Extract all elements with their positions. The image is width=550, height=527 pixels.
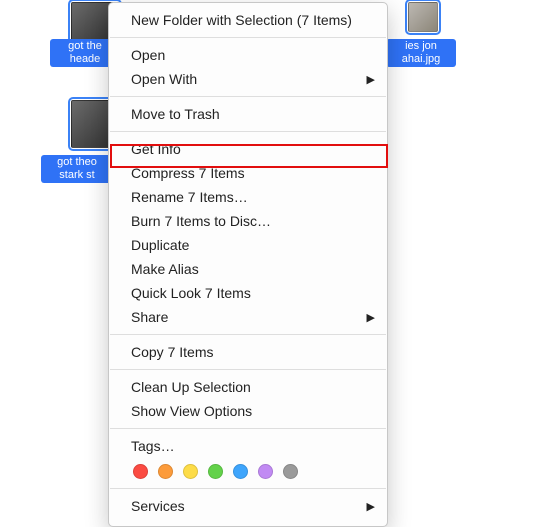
menu-item-label: Make Alias	[131, 261, 199, 277]
tag-dot-blue[interactable]	[233, 464, 248, 479]
finder-context-menu: New Folder with Selection (7 Items) Open…	[108, 2, 388, 527]
tag-dot-gray[interactable]	[283, 464, 298, 479]
menu-item-make-alias[interactable]: Make Alias	[109, 257, 387, 281]
menu-separator	[110, 96, 386, 97]
menu-item-label: Move to Trash	[131, 106, 220, 122]
menu-item-label: New Folder with Selection (7 Items)	[131, 12, 352, 28]
menu-item-label: Open With	[131, 71, 197, 87]
menu-separator	[110, 131, 386, 132]
submenu-arrow-icon: ▶	[367, 71, 375, 89]
menu-item-label: Quick Look 7 Items	[131, 285, 251, 301]
desktop-file-item[interactable]: ies jon ahai.jpg	[386, 36, 456, 67]
desktop-file-item[interactable]	[388, 2, 458, 32]
tag-color-row	[109, 458, 387, 483]
menu-item-label: Get Info	[131, 141, 181, 157]
menu-item-tags[interactable]: Tags…	[109, 434, 387, 458]
menu-item-quick-look[interactable]: Quick Look 7 Items	[109, 281, 387, 305]
menu-separator	[110, 369, 386, 370]
menu-item-new-folder-with-selection[interactable]: New Folder with Selection (7 Items)	[109, 8, 387, 32]
menu-item-label: Show View Options	[131, 403, 252, 419]
menu-item-label: Duplicate	[131, 237, 189, 253]
menu-item-copy[interactable]: Copy 7 Items	[109, 340, 387, 364]
menu-separator	[110, 334, 386, 335]
menu-item-label: Clean Up Selection	[131, 379, 251, 395]
menu-item-show-view-options[interactable]: Show View Options	[109, 399, 387, 423]
menu-item-duplicate[interactable]: Duplicate	[109, 233, 387, 257]
file-thumbnail	[408, 2, 438, 32]
menu-item-rename[interactable]: Rename 7 Items…	[109, 185, 387, 209]
menu-item-clean-up-selection[interactable]: Clean Up Selection	[109, 375, 387, 399]
menu-separator	[110, 428, 386, 429]
menu-item-label: Tags…	[131, 438, 175, 454]
menu-item-label: Compress 7 Items	[131, 165, 245, 181]
menu-item-open-with[interactable]: Open With ▶	[109, 67, 387, 91]
tag-dot-yellow[interactable]	[183, 464, 198, 479]
menu-item-label: Services	[131, 498, 185, 514]
menu-item-label: Open	[131, 47, 165, 63]
menu-item-services[interactable]: Services ▶	[109, 494, 387, 518]
menu-item-move-to-trash[interactable]: Move to Trash	[109, 102, 387, 126]
submenu-arrow-icon: ▶	[367, 309, 375, 327]
submenu-arrow-icon: ▶	[367, 498, 375, 516]
menu-item-label: Share	[131, 309, 168, 325]
tag-dot-purple[interactable]	[258, 464, 273, 479]
menu-item-get-info[interactable]: Get Info	[109, 137, 387, 161]
menu-item-label: Rename 7 Items…	[131, 189, 248, 205]
tag-dot-red[interactable]	[133, 464, 148, 479]
menu-item-label: Burn 7 Items to Disc…	[131, 213, 271, 229]
tag-dot-green[interactable]	[208, 464, 223, 479]
menu-item-compress[interactable]: Compress 7 Items	[109, 161, 387, 185]
menu-item-open[interactable]: Open	[109, 43, 387, 67]
menu-separator	[110, 488, 386, 489]
file-label: ies jon ahai.jpg	[386, 39, 456, 67]
menu-item-share[interactable]: Share ▶	[109, 305, 387, 329]
menu-item-label: Copy 7 Items	[131, 344, 213, 360]
menu-item-burn-to-disc[interactable]: Burn 7 Items to Disc…	[109, 209, 387, 233]
desktop-file-item[interactable]: got theo stark st	[38, 152, 116, 183]
file-label: got theo stark st	[41, 155, 113, 183]
tag-dot-orange[interactable]	[158, 464, 173, 479]
menu-separator	[110, 37, 386, 38]
